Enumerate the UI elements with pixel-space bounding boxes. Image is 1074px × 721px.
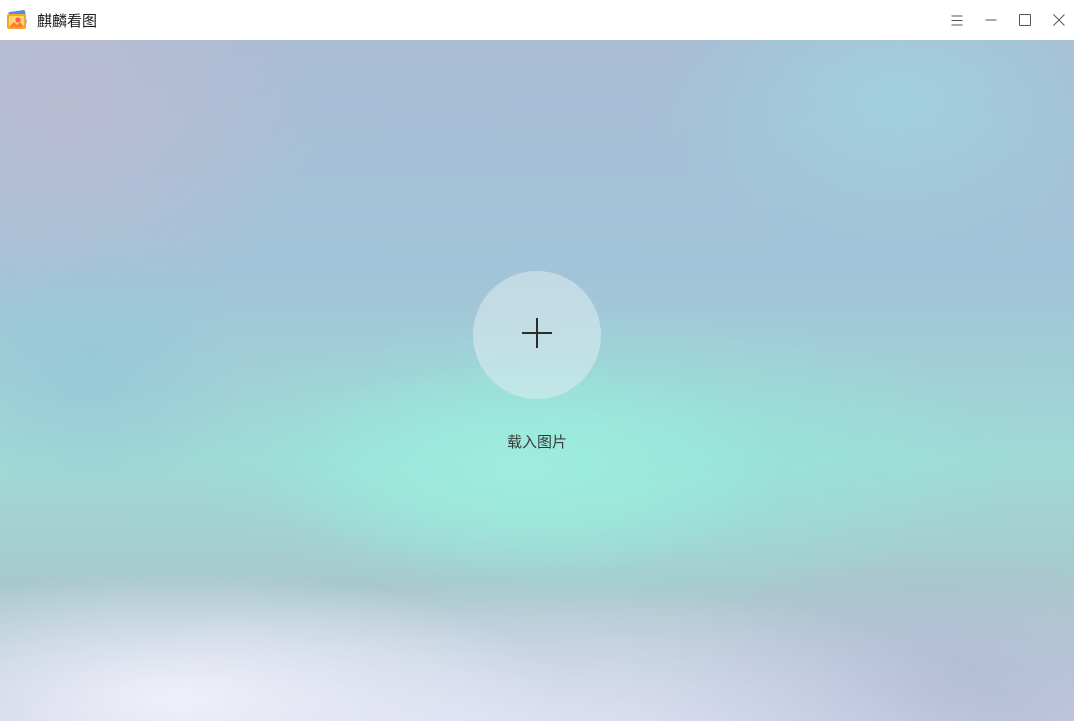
window-title: 麒麟看图 [37, 12, 98, 30]
maximize-icon [1019, 14, 1031, 26]
maximize-button[interactable] [1010, 6, 1040, 34]
minimize-icon [985, 14, 997, 26]
close-icon [1053, 14, 1065, 26]
app-window: 麒麟看图 载入图片 [0, 0, 1074, 721]
menu-button[interactable] [942, 6, 972, 34]
plus-icon [520, 316, 554, 354]
image-viewer-app-icon [6, 10, 28, 30]
load-image-button[interactable] [473, 271, 601, 399]
viewer-background: 载入图片 [0, 40, 1074, 721]
hamburger-menu-icon [951, 15, 963, 26]
load-image-label[interactable]: 载入图片 [437, 432, 637, 452]
close-button[interactable] [1044, 6, 1074, 34]
title-bar[interactable]: 麒麟看图 [0, 0, 1074, 40]
minimize-button[interactable] [976, 6, 1006, 34]
